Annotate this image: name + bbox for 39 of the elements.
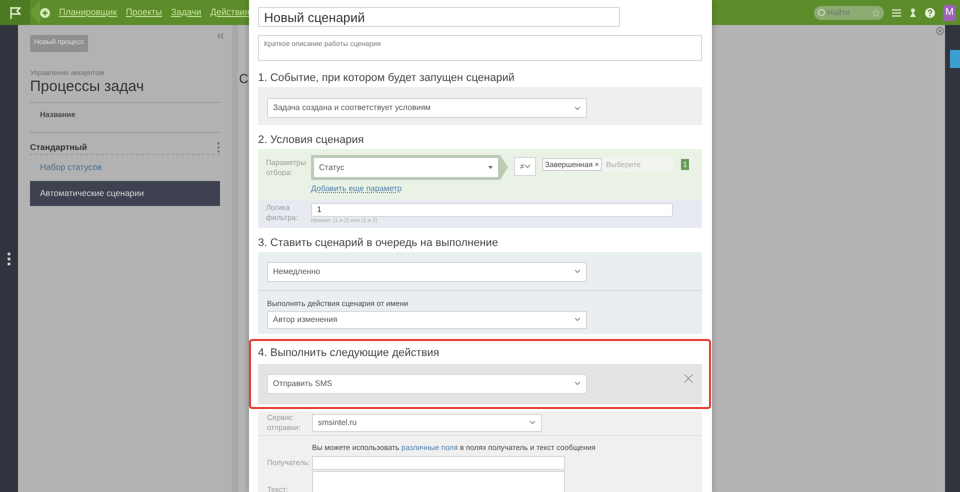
section-heading: 1. Событие, при котором будет запущен сценарий (258, 71, 516, 85)
chevron-icon (574, 106, 581, 110)
close-icon[interactable] (684, 374, 693, 382)
menu-icon[interactable] (892, 8, 901, 16)
page-title: Процессы задач (30, 78, 145, 96)
section-heading: 4. Выполнить следующие действия (258, 346, 440, 360)
double-chevron-icon[interactable] (217, 33, 224, 39)
chevron-icon (30, 0, 40, 25)
select-field[interactable]: Немедленно (267, 262, 587, 282)
select-field[interactable]: Статус (314, 158, 498, 177)
logic-field[interactable]: 1 (311, 202, 673, 216)
pin-icon[interactable] (909, 8, 917, 18)
chevron-icon (574, 381, 581, 386)
select-field[interactable]: smsintel.ru (312, 414, 542, 432)
section-heading: 3. Ставить сценарий в очередь на выполнение (258, 236, 500, 250)
select-field[interactable]: Отправить SMS (267, 374, 587, 394)
sidebar-item[interactable]: Автоматические сценарии (30, 181, 220, 206)
avatar[interactable]: M (943, 4, 956, 20)
chevron-icon (574, 269, 581, 274)
select-field[interactable]: Автор изменения (267, 310, 587, 328)
recipient-field[interactable] (312, 456, 565, 470)
select-field[interactable]: Задача создана и соответствует условиям (267, 98, 587, 118)
page-title: С (239, 70, 248, 88)
help-icon[interactable] (925, 8, 935, 18)
kebab-icon[interactable] (7, 252, 11, 266)
chevron-icon (524, 164, 532, 169)
name-field[interactable]: Новый сценарий (258, 7, 620, 27)
star-icon[interactable] (872, 8, 880, 16)
section-heading: 2. Условия сценария (258, 133, 365, 147)
caret-icon (488, 166, 493, 169)
chevron-icon (574, 317, 581, 322)
operator-select[interactable]: ≠ (514, 157, 536, 176)
search-icon (818, 9, 825, 16)
add-parameter-link[interactable]: Добавить еще параметр (311, 183, 402, 195)
close-circle-icon[interactable] (936, 27, 944, 35)
flag-icon (10, 6, 20, 18)
group-title: Стандартный (30, 140, 88, 154)
chevron-icon (529, 420, 536, 425)
plus-circle-icon[interactable] (40, 8, 50, 18)
